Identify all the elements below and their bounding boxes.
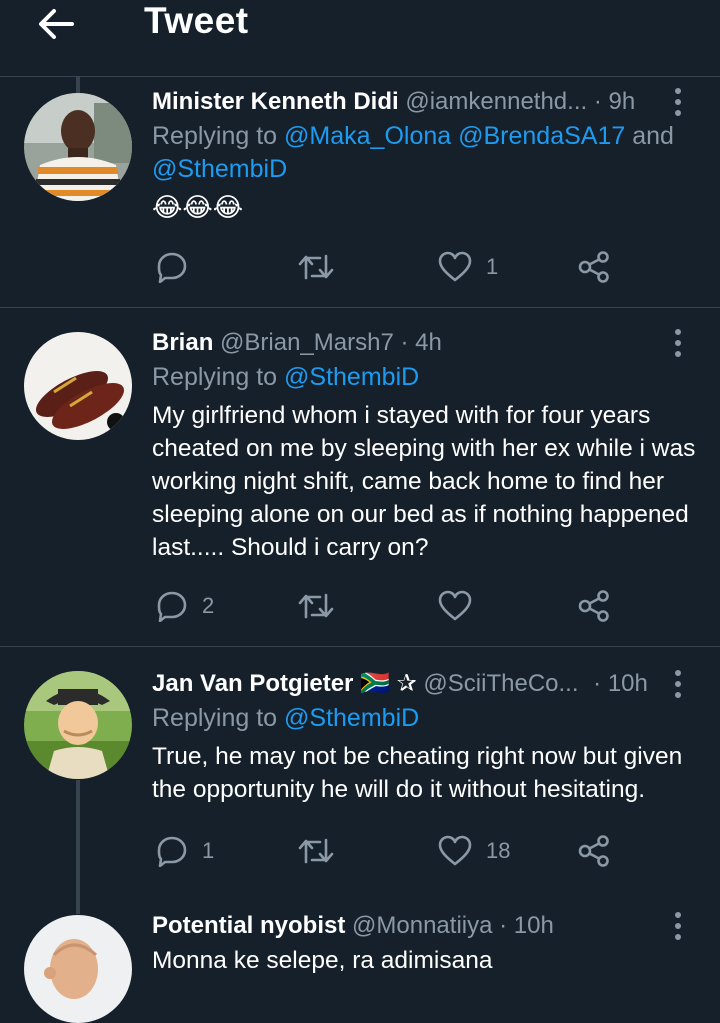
author-name[interactable]: Minister Kenneth Didi	[152, 88, 399, 115]
replying-and: and	[625, 122, 674, 150]
replying-prefix: Replying to	[152, 704, 285, 732]
like-icon	[438, 590, 472, 621]
like-button[interactable]: 18	[438, 831, 510, 871]
replying-to: Replying to @SthembiD	[152, 702, 700, 735]
mention-link[interactable]: @SthembiD	[284, 363, 419, 391]
mention-link[interactable]: @Maka_Olona @BrendaSA17	[284, 122, 625, 150]
page-title: Tweet	[144, 0, 249, 41]
reply-button[interactable]: 2	[156, 586, 214, 626]
avatar[interactable]	[24, 332, 132, 440]
more-options-button[interactable]	[668, 911, 688, 941]
share-button[interactable]	[578, 586, 610, 626]
more-vertical-icon	[675, 88, 681, 116]
share-button[interactable]	[578, 247, 610, 287]
like-count: 18	[486, 838, 511, 863]
back-button[interactable]	[36, 6, 76, 42]
tweet-text: 😂😂😂	[152, 192, 244, 222]
tweet-text: My girlfriend whom i stayed with for fou…	[152, 402, 696, 561]
tweet-time[interactable]: · 10h	[593, 670, 648, 697]
retweet-icon	[298, 593, 334, 619]
author-name[interactable]: Jan Van Potgieter	[152, 670, 353, 697]
share-icon	[578, 590, 609, 622]
reply-icon	[157, 591, 187, 622]
more-options-button[interactable]	[668, 669, 688, 699]
retweet-button[interactable]	[298, 586, 334, 626]
top-bar: Tweet	[0, 0, 720, 77]
tweet-text: True, he may not be cheating right now b…	[152, 743, 683, 803]
tweet-header: Jan Van Potgieter 🇿🇦 ✰ @SciiTheCo... · 1…	[152, 669, 700, 699]
retweet-icon	[298, 254, 334, 280]
author-badges: 🇿🇦 ✰	[360, 670, 417, 697]
tweet-header: Potential nyobist @Monnatiiya · 10h	[152, 911, 700, 941]
reply-button[interactable]	[156, 247, 202, 287]
retweet-button[interactable]	[298, 247, 334, 287]
reply-button[interactable]: 1	[156, 831, 214, 871]
share-button[interactable]	[578, 831, 610, 871]
tweet-time[interactable]: · 9h	[594, 88, 635, 115]
avatar[interactable]	[24, 915, 132, 1023]
reply-icon	[157, 836, 187, 867]
tweet-actions: 1	[152, 247, 622, 287]
replying-prefix: Replying to	[152, 363, 285, 391]
tweet-actions: 2	[152, 586, 622, 626]
author-handle[interactable]: @Monnatiiya	[352, 912, 492, 939]
more-vertical-icon	[675, 329, 681, 357]
author-handle[interactable]: @SciiTheCo...	[423, 670, 578, 697]
tweet-item[interactable]: Minister Kenneth Didi @iamkennethd... · …	[0, 77, 720, 307]
retweet-icon	[298, 838, 334, 864]
more-options-button[interactable]	[668, 87, 688, 117]
tweet-time[interactable]: · 4h	[400, 329, 441, 356]
share-icon	[578, 835, 609, 867]
more-vertical-icon	[675, 912, 681, 940]
more-vertical-icon	[675, 670, 681, 698]
mention-link[interactable]: @SthembiD	[152, 155, 287, 183]
replying-to: Replying to @SthembiD	[152, 361, 700, 394]
tweet-item[interactable]: Brian @Brian_Marsh7 · 4h Replying to @St…	[0, 308, 720, 646]
tweet-actions: 1 18	[152, 831, 622, 871]
like-icon	[438, 251, 472, 282]
like-button[interactable]	[438, 586, 486, 626]
avatar[interactable]	[24, 93, 132, 201]
like-count: 1	[486, 254, 499, 279]
author-name[interactable]: Brian	[152, 329, 213, 356]
author-name[interactable]: Potential nyobist	[152, 912, 345, 939]
tweet-item[interactable]: Jan Van Potgieter 🇿🇦 ✰ @SciiTheCo... · 1…	[0, 647, 720, 893]
author-handle[interactable]: @iamkennethd...	[405, 88, 587, 115]
like-icon	[438, 835, 472, 866]
like-button[interactable]: 1	[438, 247, 498, 287]
replying-prefix: Replying to	[152, 122, 285, 150]
reply-count: 1	[202, 838, 215, 863]
tweet-header: Brian @Brian_Marsh7 · 4h	[152, 328, 700, 358]
tweet-item[interactable]: Potential nyobist @Monnatiiya · 10h Monn…	[0, 893, 720, 1023]
tweet-text: Monna ke selepe, ra adimisana	[152, 947, 493, 974]
tweet-time[interactable]: · 10h	[499, 912, 554, 939]
replying-to: Replying to @Maka_Olona @BrendaSA17 and …	[152, 120, 700, 186]
avatar[interactable]	[24, 671, 132, 779]
tweet-header: Minister Kenneth Didi @iamkennethd... · …	[152, 87, 700, 117]
retweet-button[interactable]	[298, 831, 334, 871]
mention-link[interactable]: @SthembiD	[284, 704, 419, 732]
reply-icon	[157, 252, 187, 283]
author-handle[interactable]: @Brian_Marsh7	[220, 329, 394, 356]
back-arrow-icon	[39, 9, 74, 39]
more-options-button[interactable]	[668, 328, 688, 358]
share-icon	[578, 251, 609, 283]
reply-count: 2	[202, 593, 215, 618]
